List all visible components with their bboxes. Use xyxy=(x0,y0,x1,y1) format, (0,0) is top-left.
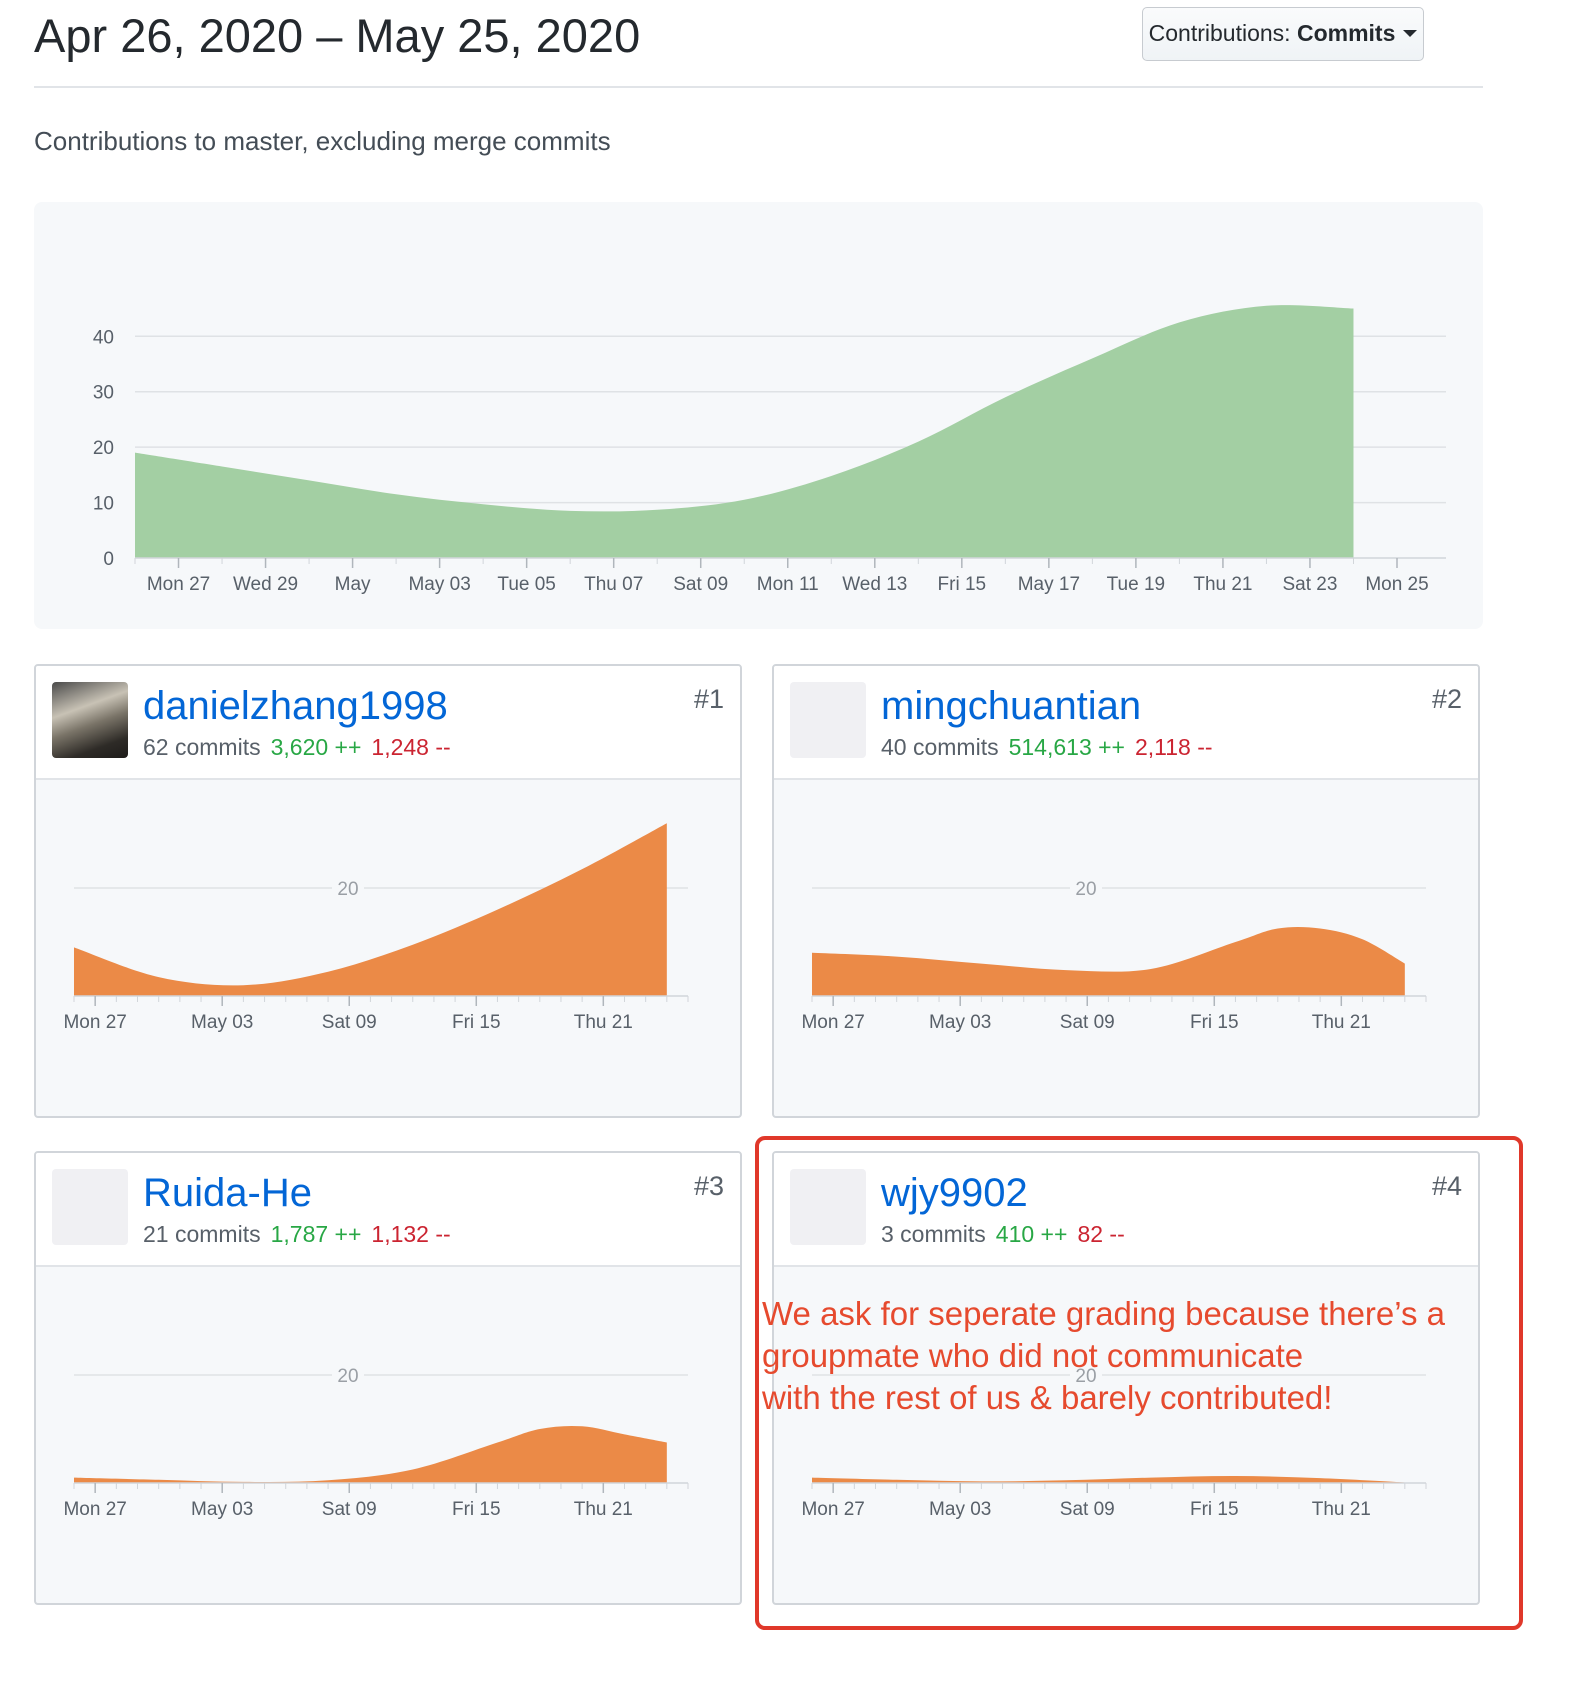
annotation-line: groupmate who did not communicate xyxy=(762,1337,1304,1374)
data-area xyxy=(812,926,1405,996)
commit-count[interactable]: 40 commits xyxy=(881,734,999,760)
main-contributions-chart: 0 10 20 30 40 Mon 27 Wed 29 May May 03 Tue 05 Thu … xyxy=(34,202,1483,629)
x-tick-label: Fri 15 xyxy=(938,574,987,595)
rank-badge: #3 xyxy=(693,1171,724,1201)
y-tick-label: 0 xyxy=(103,549,114,570)
main-chart-svg: 0 10 20 30 40 Mon 27 Wed 29 May May 03 Tue 05 Thu … xyxy=(93,305,1446,595)
x-tick-label: Mon 25 xyxy=(1365,574,1428,595)
x-tick-label: May 03 xyxy=(191,1012,253,1033)
dropdown-value: Commits xyxy=(1296,20,1396,46)
x-tick-label: Wed 13 xyxy=(842,574,907,595)
x-tick-label: Fri 15 xyxy=(1190,1012,1239,1033)
contributor-stats: 62 commits 3,620 ++ 1,248 -- xyxy=(143,732,451,762)
contributor-chart: 20 Mon 27 May 03 Sat 09 Fri 15 Thu 21 xyxy=(801,876,1427,1033)
x-tick-label: Wed 29 xyxy=(233,574,298,595)
x-tick-label: Fri 15 xyxy=(452,1012,501,1033)
x-tick-label: Thu 21 xyxy=(574,1499,633,1520)
contributor-stats: 40 commits 514,613 ++ 2,118 -- xyxy=(881,732,1213,762)
x-tick-label: May xyxy=(335,574,371,595)
annotation-line: with the rest of us & barely contributed… xyxy=(762,1379,1333,1416)
x-tick-label: Tue 19 xyxy=(1107,574,1165,595)
x-tick-label: Sat 09 xyxy=(322,1012,377,1033)
deletions: 1,248 -- xyxy=(371,734,451,760)
deletions: 2,118 -- xyxy=(1135,734,1213,760)
chart-subtitle: Contributions to master, excluding merge… xyxy=(34,126,611,156)
commit-count[interactable]: 62 commits xyxy=(143,734,261,760)
rank-badge: #2 xyxy=(1431,684,1462,714)
data-area xyxy=(74,1425,667,1483)
x-tick-label: May 03 xyxy=(929,1012,991,1033)
avatar[interactable] xyxy=(52,682,128,758)
x-tick-label: Thu 21 xyxy=(1312,1012,1371,1033)
caret-down-icon xyxy=(1403,30,1418,37)
x-tick-label: Mon 27 xyxy=(801,1012,864,1033)
y-tick-label: 40 xyxy=(93,327,114,348)
y-tick-label: 30 xyxy=(93,383,114,404)
additions: 3,620 ++ xyxy=(270,734,362,760)
additions: 514,613 ++ xyxy=(1008,734,1125,760)
contributor-card-2: mingchuantian 40 commits 514,613 ++ 2,118 … xyxy=(772,664,1480,1118)
card-header: danielzhang1998 62 commits 3,620 ++ 1,248 … xyxy=(36,666,740,780)
annotation-line: We ask for seperate grading because ther… xyxy=(762,1295,1446,1332)
contributor-name-link[interactable]: mingchuantian xyxy=(881,682,1141,730)
x-tick-label: Thu 21 xyxy=(574,1012,633,1033)
data-area xyxy=(135,305,1354,558)
avatar[interactable] xyxy=(790,682,866,758)
x-tick-label: Sat 09 xyxy=(1060,1012,1115,1033)
contributor-card-3: Ruida-He 21 commits 1,787 ++ 1,132 -- #3 2… xyxy=(34,1151,742,1605)
contributor-chart: 20 Mon 27 May 03 Sat 09 Fri 15 Thu 21 xyxy=(63,823,689,1033)
page-title: Apr 26, 2020 – May 25, 2020 xyxy=(34,9,641,62)
y-tick-label: 20 xyxy=(93,438,114,459)
annotation-text: We ask for seperate grading because ther… xyxy=(762,1293,1532,1419)
x-tick-label: May 17 xyxy=(1018,574,1080,595)
x-tick-label: Sat 09 xyxy=(322,1499,377,1520)
card-header: Ruida-He 21 commits 1,787 ++ 1,132 -- #3 xyxy=(36,1153,740,1267)
contributor-card-1: danielzhang1998 62 commits 3,620 ++ 1,248 … xyxy=(34,664,742,1118)
y-tick-label: 20 xyxy=(337,1366,358,1387)
avatar[interactable] xyxy=(52,1169,128,1245)
y-tick-label: 20 xyxy=(337,879,358,900)
header-divider xyxy=(34,86,1483,88)
x-tick-label: Fri 15 xyxy=(452,1499,501,1520)
x-tick-label: May 03 xyxy=(191,1499,253,1520)
x-tick-label: Sat 23 xyxy=(1282,574,1337,595)
dropdown-prefix: Contributions: xyxy=(1148,20,1291,46)
x-tick-label: Thu 21 xyxy=(1193,574,1252,595)
x-tick-label: Mon 11 xyxy=(757,574,819,595)
y-tick-label: 20 xyxy=(1075,879,1096,900)
x-tick-label: May 03 xyxy=(408,574,470,595)
x-tick-label: Sat 09 xyxy=(673,574,728,595)
deletions: 1,132 -- xyxy=(371,1221,451,1247)
commit-count[interactable]: 21 commits xyxy=(143,1221,261,1247)
data-area xyxy=(74,823,667,996)
contributor-name-link[interactable]: danielzhang1998 xyxy=(143,682,448,730)
y-tick-label: 10 xyxy=(93,494,114,515)
rank-badge: #1 xyxy=(693,684,724,714)
additions: 1,787 ++ xyxy=(270,1221,362,1247)
contributor-stats: 21 commits 1,787 ++ 1,132 -- xyxy=(143,1219,451,1249)
contributor-name-link[interactable]: Ruida-He xyxy=(143,1169,312,1217)
contributor-chart: 20 Mon 27 May 03 Sat 09 Fri 15 Thu 21 xyxy=(63,1363,689,1520)
x-tick-label: Mon 27 xyxy=(63,1499,126,1520)
x-tick-label: Mon 27 xyxy=(63,1012,126,1033)
x-tick-label: Mon 27 xyxy=(147,574,210,595)
contributions-dropdown[interactable]: Contributions: Commits xyxy=(1142,7,1424,61)
x-tick-label: Tue 05 xyxy=(497,574,555,595)
x-tick-label: Thu 07 xyxy=(584,574,643,595)
card-header: mingchuantian 40 commits 514,613 ++ 2,118 … xyxy=(774,666,1478,780)
